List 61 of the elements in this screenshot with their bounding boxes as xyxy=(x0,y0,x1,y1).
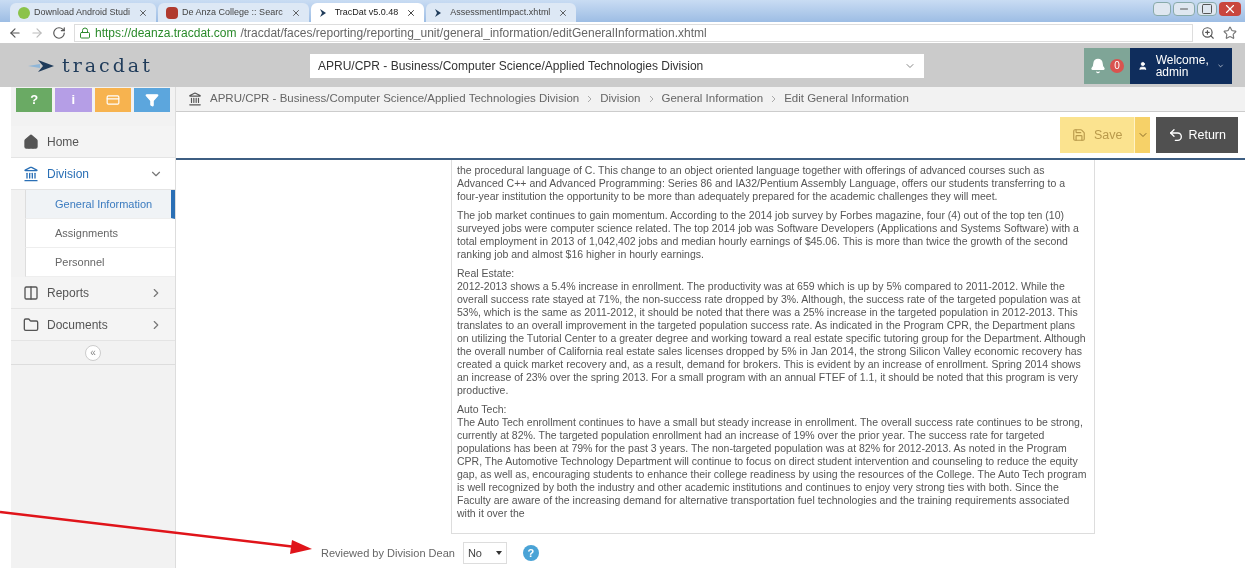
logo-text: tracdat xyxy=(62,53,153,79)
notification-count: 0 xyxy=(1110,58,1124,73)
collapse-button[interactable]: « xyxy=(85,344,101,361)
paragraph: The Auto Tech enrollment continues to have a small but steady increase in enrollment. The overall success rate continues to be strong, currently at 82%. The targeted population enrollment had an increase of 19% over the prior year. The success rate for targeted populations has been at 79% for the past 3 years. The non-targeted population was at 82% for 2012-2013. As noted in the Program CPR, The Automotive Technology Department will continue to focus on direct student intervention and counseling to reduce the equity gap, as well as, encouraging students to enhance their college readiness by using the resources of the College. The Auto Tech program is well recognized by both the industry and other academic institutions and continues to enjoy very strong ties with both. Since the Faculty are aware of the increasing demand for alternative transportation fuel technologies and the training requirements associated with it over the xyxy=(457,416,1088,520)
close-icon[interactable] xyxy=(558,7,569,18)
notifications-button[interactable]: 0 xyxy=(1084,47,1130,84)
return-button[interactable]: Return xyxy=(1156,117,1238,153)
sidebar-subitem[interactable]: Assignments xyxy=(25,219,175,248)
browser-tab[interactable]: AssessmentImpact.xhtml xyxy=(426,3,577,22)
card-icon xyxy=(105,92,120,107)
paragraph: 2012-2013 shows a 5.4% increase in enrollment. The productivity was at 659 which is up by 5% compared to 2011-2012. While the overall success rate stayed at 71%, the non-success rate dropped by 3%. Although, the success rate of the targeted population was at 53%, which is the same as 2011-2012, it should be noted that there was a 25% increase in the targeted population in 2012-2013. This translates to an overall improvement in the targeted population success rate. As indicated in the Program CPR, the Department plans on utilizing the Tutorial Center to a greater degree and working toward a real estate specific tutoring group for the Department. Although the overall number of California real estate sales licenses dropped by 5% in Jan 2014, the strong Silicon Valley economic recovery has created a quick market recovery and, as a result, demand for brokers. This is evident by an increase of enrollment. Spring 2014 shows an increase of 23% over the spring 2013. For a small program with an annual FTEF of 1.1, it should be noted that this program is very productive. xyxy=(457,280,1087,397)
lock-icon xyxy=(79,26,91,39)
browser-tab[interactable]: TracDat v5.0.48 xyxy=(310,3,425,22)
close-icon[interactable] xyxy=(138,7,149,18)
tab-title: De Anza College :: Searc xyxy=(182,5,284,19)
address-field[interactable]: https://deanza.tracdat.com /tracdat/faces/reporting/reporting_unit/general_information/editGeneralInformation.xhtml xyxy=(74,23,1193,42)
field-label: Reviewed by Division Dean xyxy=(321,545,455,561)
section-heading: Real Estate: xyxy=(457,267,516,280)
document-icon xyxy=(166,6,179,19)
separator-icon xyxy=(587,95,593,103)
user-menu-button[interactable]: Welcome, admin xyxy=(1130,47,1232,84)
tab-title: AssessmentImpact.xhtml xyxy=(450,5,552,19)
return-icon xyxy=(1168,127,1185,143)
tab-title: TracDat v5.0.48 xyxy=(334,5,400,19)
sidebar-subitem[interactable]: Personnel xyxy=(25,248,175,277)
bell-icon xyxy=(1090,57,1106,74)
browser-tab[interactable]: Download Android Studi xyxy=(10,3,157,22)
caret-icon xyxy=(495,551,502,555)
android-icon xyxy=(18,6,30,19)
filter-icon xyxy=(144,92,159,107)
breadcrumb-link[interactable]: General Information xyxy=(661,90,764,108)
bank-icon xyxy=(188,92,202,106)
back-icon[interactable] xyxy=(8,25,22,40)
unit-select[interactable]: APRU/CPR - Business/Computer Science/Applied Technologies Division xyxy=(310,53,924,78)
close-window-icon[interactable] xyxy=(1219,2,1241,16)
breadcrumb-link[interactable]: APRU/CPR - Business/Computer Science/Applied Technologies Division xyxy=(210,90,580,108)
sidebar-subitem[interactable]: General Information xyxy=(25,190,175,219)
paragraph: the procedural language of C. This change to an object oriented language together with offerings of advanced courses such as Advanced C++ and Advanced Programming: Series 86 and IA32/Pentium Assembly Language, offers our students transferring to a four-year institution the opportunity to be more than adequately prepared for the academic challenges they will meet. xyxy=(457,164,1066,203)
section-heading: Auto Tech: xyxy=(457,403,508,416)
zoom-icon[interactable] xyxy=(1201,25,1215,40)
separator-icon xyxy=(771,95,777,103)
separator-icon xyxy=(648,95,654,103)
bank-icon xyxy=(23,165,39,182)
breadcrumb-link[interactable]: Edit General Information xyxy=(784,90,909,108)
filter-button[interactable] xyxy=(133,87,170,112)
bookmark-star-icon[interactable] xyxy=(1223,25,1237,40)
breadcrumb-link[interactable]: Division xyxy=(600,90,641,108)
home-icon xyxy=(23,133,39,150)
paragraph: The job market continues to gain momentum. According to the 2014 job survey by Forbes magazine, four (4) out of the top ten (10) surveyed jobs were computer science related. The top 2014 job was Software Developers (Applications and Systems Software) with a total employment in 2013 of 1,042,402 jobs and median hourly earnings of $45.06. This is more than twice the growth of the second ranking job and almost $16 higher in hourly earnings. xyxy=(457,209,1080,261)
tab-title: Download Android Studi xyxy=(34,5,132,19)
close-icon[interactable] xyxy=(290,7,301,18)
save-icon xyxy=(1071,128,1086,142)
folder-icon xyxy=(23,316,39,333)
close-icon[interactable] xyxy=(406,7,417,18)
sidebar-item[interactable]: Division xyxy=(11,158,175,190)
maximize-icon[interactable] xyxy=(1197,2,1217,16)
reload-icon[interactable] xyxy=(52,25,66,40)
review-select[interactable]: No xyxy=(462,542,507,564)
browser-tab[interactable]: De Anza College :: Searc xyxy=(158,3,309,22)
columns-icon xyxy=(23,284,39,301)
text-editor[interactable] xyxy=(451,160,1095,534)
